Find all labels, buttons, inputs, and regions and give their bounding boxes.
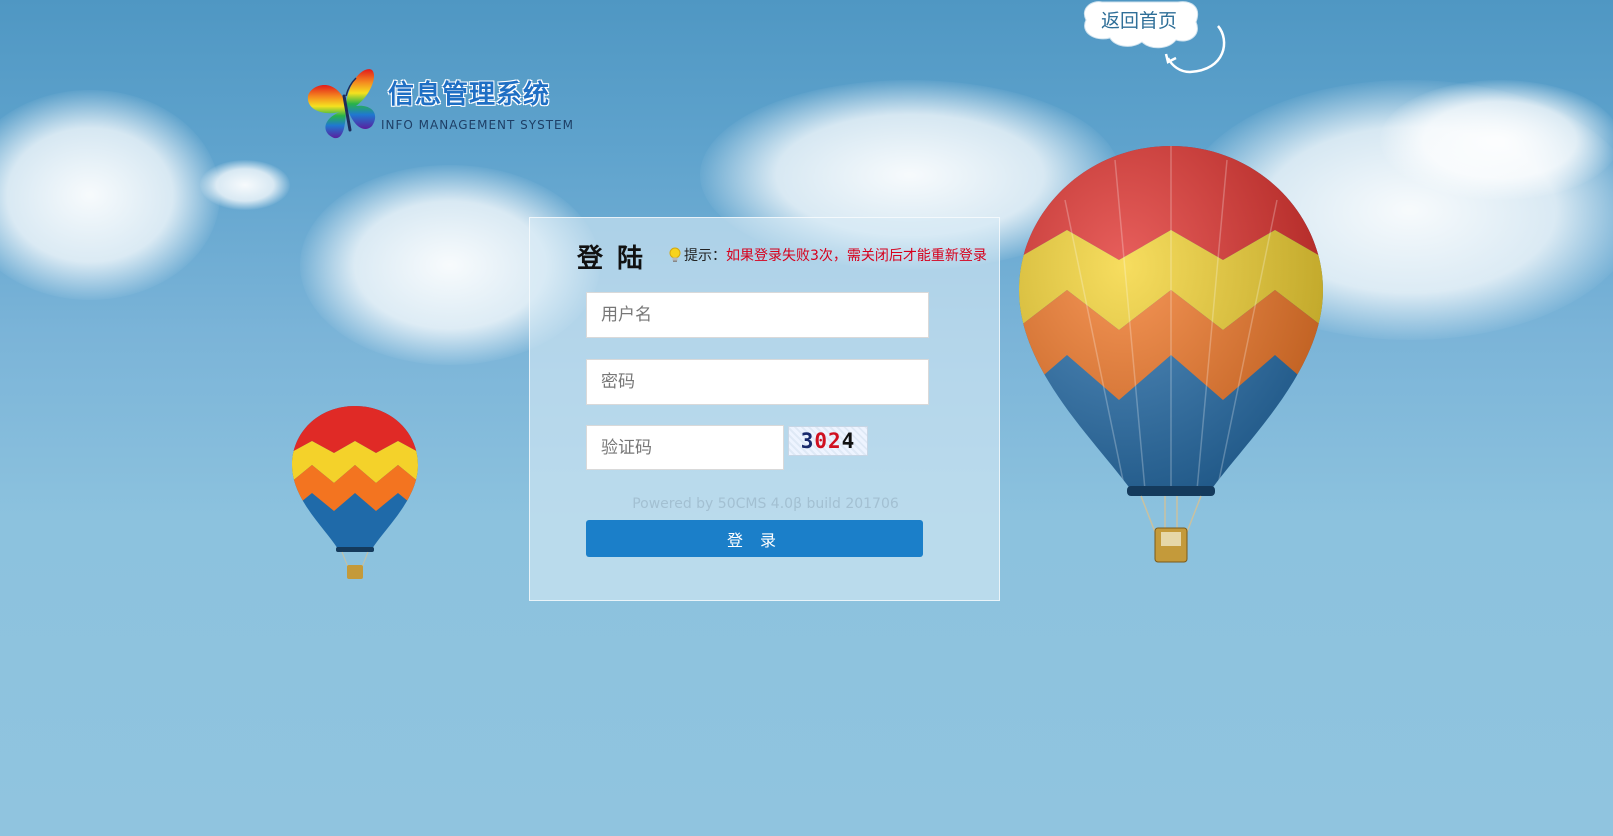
lightbulb-icon: [669, 247, 681, 262]
captcha-char: 0: [814, 429, 828, 453]
home-cloud-bubble[interactable]: 返回首页: [1080, 0, 1240, 80]
hot-air-balloon-large-icon: [1019, 146, 1323, 563]
cloud-left-small: [200, 160, 290, 210]
login-tip: 提示：如果登录失败3次，需关闭后才能重新登录: [668, 245, 987, 265]
login-page-background: 信息管理系统 INFO MANAGEMENT SYSTEM 返回首页 登陆 提示…: [0, 0, 1613, 836]
hot-air-balloon-small-icon: [292, 406, 418, 579]
login-title: 登陆: [577, 244, 658, 274]
tip-label: 提示：: [684, 248, 726, 264]
login-submit-button[interactable]: 登 录: [586, 520, 923, 557]
captcha-char: 4: [841, 429, 856, 453]
login-panel: 登陆 提示：如果登录失败3次，需关闭后才能重新登录 3024 Powered b…: [529, 217, 1000, 601]
powered-by-text: Powered by 50CMS 4.0β build 201706: [632, 496, 899, 512]
logo-title: 信息管理系统: [388, 80, 551, 110]
back-to-home-link[interactable]: 返回首页: [1101, 6, 1177, 33]
password-input[interactable]: [586, 359, 929, 405]
rainbow-butterfly-icon: [307, 69, 376, 139]
logo-subtitle: INFO MANAGEMENT SYSTEM: [381, 118, 574, 132]
tip-message: 如果登录失败3次，需关闭后才能重新登录: [726, 248, 987, 264]
cloud-left: [0, 90, 220, 300]
username-input[interactable]: [586, 292, 929, 338]
captcha-char: 2: [828, 429, 842, 453]
captcha-input[interactable]: [586, 425, 784, 470]
captcha-char: 3: [800, 429, 815, 453]
cloud-right-top: [1380, 80, 1613, 200]
site-logo: 信息管理系统 INFO MANAGEMENT SYSTEM: [306, 66, 576, 146]
captcha-image[interactable]: 3024: [788, 426, 868, 456]
